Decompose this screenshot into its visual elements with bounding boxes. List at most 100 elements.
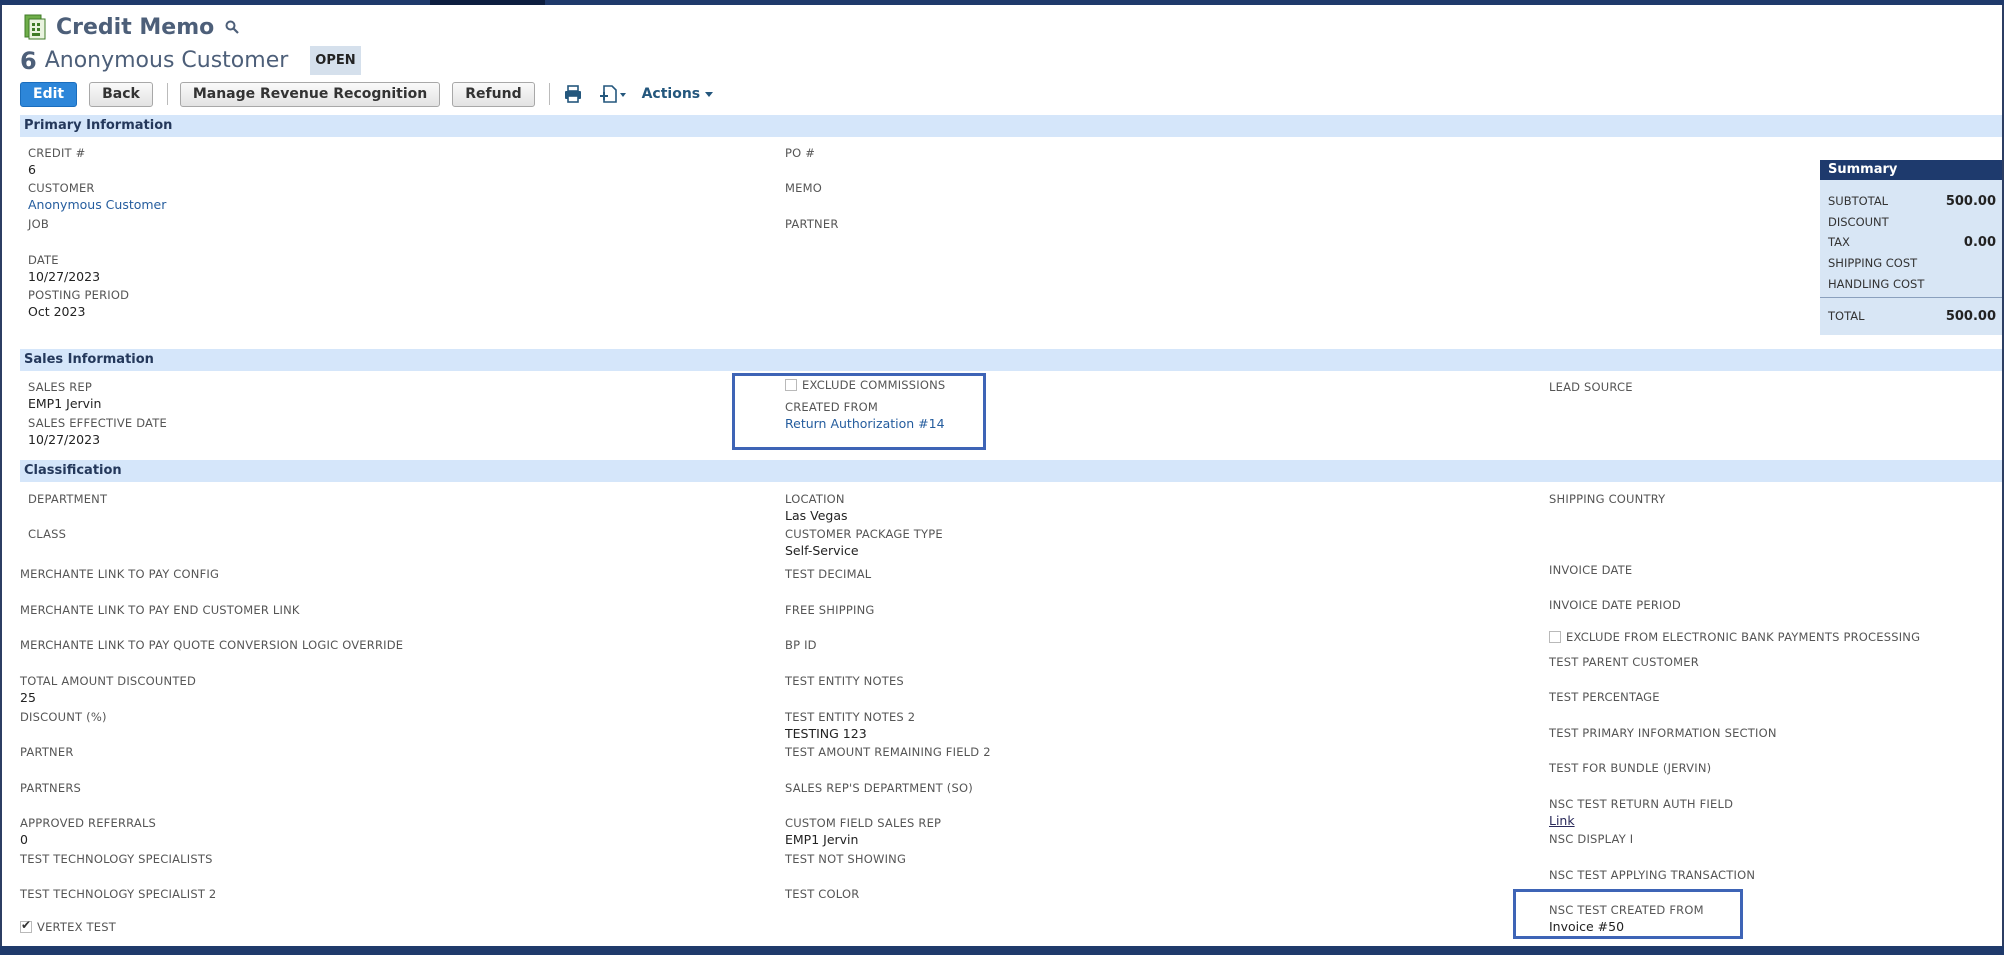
memo-field: MEMO <box>785 181 822 195</box>
record-row: 6 Anonymous Customer OPEN <box>20 46 361 75</box>
page-title: Credit Memo <box>56 14 215 40</box>
field-label: INVOICE DATE PERIOD <box>1549 598 1681 612</box>
field-label: PARTNERS <box>20 781 82 795</box>
field-label: TEST PRIMARY INFORMATION SECTION <box>1549 726 1777 740</box>
checkbox-label: EXCLUDE COMMISSIONS <box>802 378 946 392</box>
field-label: APPROVED REFERRALS <box>20 816 157 830</box>
summary-label: SUBTOTAL <box>1828 194 1889 208</box>
location-field: LOCATION Las Vegas <box>785 492 848 523</box>
custom-field-sales-rep: CUSTOM FIELD SALES REP EMP1 Jervin <box>785 816 941 847</box>
summary-tax: TAX 0.00 <box>1828 235 1996 250</box>
summary-handling: HANDLING COST <box>1828 277 1996 291</box>
sales-effective-date-field: SALES EFFECTIVE DATE 10/27/2023 <box>28 416 167 447</box>
partner-field: PARTNER <box>785 217 839 231</box>
field-label: INVOICE DATE <box>1549 563 1633 577</box>
field-label: MERCHANTE LINK TO PAY QUOTE CONVERSION L… <box>20 638 404 652</box>
search-icon[interactable] <box>224 19 240 35</box>
field-label: TEST DECIMAL <box>785 567 872 581</box>
field-label: TEST COLOR <box>785 887 860 901</box>
credit-number-field: CREDIT # 6 <box>28 146 85 177</box>
class-field: CLASS <box>28 527 66 541</box>
section-sales-information[interactable]: Sales Information <box>20 349 2002 371</box>
merchante-quote-override-field: MERCHANTE LINK TO PAY QUOTE CONVERSION L… <box>20 638 403 652</box>
field-value: 10/27/2023 <box>28 432 101 447</box>
print-icon[interactable] <box>562 83 584 105</box>
vertex-test-field: VERTEX TEST <box>20 918 116 934</box>
field-label: TEST FOR BUNDLE (JERVIN) <box>1549 761 1712 775</box>
edit-button[interactable]: Edit <box>20 81 78 107</box>
summary-discount: DISCOUNT <box>1828 215 1996 229</box>
po-number-field: PO # <box>785 146 815 160</box>
test-percentage-field: TEST PERCENTAGE <box>1549 690 1660 704</box>
field-label: SALES REP'S DEPARTMENT (SO) <box>785 781 973 795</box>
section-classification[interactable]: Classification <box>20 460 2002 482</box>
section-primary-information[interactable]: Primary Information <box>20 115 2002 137</box>
field-value: 0 <box>20 832 28 847</box>
bottom-bar <box>0 946 2004 955</box>
customer-link[interactable]: Anonymous Customer <box>28 197 166 212</box>
test-entity-notes-2-field: TEST ENTITY NOTES 2 TESTING 123 <box>785 710 915 741</box>
field-label: EXCLUDE FROM ELECTRONIC BANK PAYMENTS PR… <box>1549 630 1920 644</box>
new-document-icon[interactable] <box>598 83 628 105</box>
field-label: TEST TECHNOLOGY SPECIALIST 2 <box>20 887 217 901</box>
field-label: MERCHANTE LINK TO PAY END CUSTOMER LINK <box>20 603 300 617</box>
field-label: NSC TEST RETURN AUTH FIELD <box>1549 797 1734 811</box>
field-label: MEMO <box>785 181 822 195</box>
summary-shipping: SHIPPING COST <box>1828 256 1996 270</box>
summary-label: DISCOUNT <box>1828 215 1889 229</box>
top-bar-highlight <box>430 0 545 5</box>
field-label: SHIPPING COUNTRY <box>1549 492 1666 506</box>
vertex-test-checkbox[interactable] <box>20 918 32 933</box>
created-from-link[interactable]: Return Authorization #14 <box>785 416 945 431</box>
field-label: CLASS <box>28 527 67 541</box>
test-for-bundle-field: TEST FOR BUNDLE (JERVIN) <box>1549 761 1711 775</box>
field-label: JOB <box>28 217 49 231</box>
field-label: DISCOUNT (%) <box>20 710 107 724</box>
field-label: TEST ENTITY NOTES <box>785 674 904 688</box>
discount-percent-field: DISCOUNT (%) <box>20 710 107 724</box>
nsc-display-field: NSC DISPLAY I <box>1549 832 1633 846</box>
field-value: Self-Service <box>785 543 859 558</box>
field-label: LEAD SOURCE <box>1549 380 1633 394</box>
test-not-showing-field: TEST NOT SHOWING <box>785 852 906 866</box>
free-shipping-field: FREE SHIPPING <box>785 603 875 617</box>
merchante-config-field: MERCHANTE LINK TO PAY CONFIG <box>20 567 219 581</box>
credit-memo-icon <box>22 13 48 41</box>
tech-specialists-field: TEST TECHNOLOGY SPECIALISTS <box>20 852 213 866</box>
test-primary-info-section-field: TEST PRIMARY INFORMATION SECTION <box>1549 726 1777 740</box>
field-label: PARTNER <box>785 217 839 231</box>
exclude-ebp-checkbox[interactable] <box>1549 631 1561 643</box>
refund-button[interactable]: Refund <box>452 81 535 107</box>
approved-referrals-field: APPROVED REFERRALS 0 <box>20 816 156 847</box>
actions-menu[interactable]: Actions <box>642 86 714 102</box>
field-value: TESTING 123 <box>785 726 867 741</box>
partner-field-2: PARTNER <box>20 745 74 759</box>
summary-label: HANDLING COST <box>1828 277 1925 291</box>
date-field: DATE 10/27/2023 <box>28 253 100 284</box>
summary-label: SHIPPING COST <box>1828 256 1918 270</box>
customer-package-type-field: CUSTOMER PACKAGE TYPE Self-Service <box>785 527 943 558</box>
field-value: Las Vegas <box>785 508 848 523</box>
field-value: EMP1 Jervin <box>785 832 859 847</box>
test-color-field: TEST COLOR <box>785 887 859 901</box>
field-label: EXCLUDE COMMISSIONS <box>785 378 945 392</box>
return-auth-link[interactable]: Link <box>1549 813 1733 828</box>
field-label: NSC TEST CREATED FROM <box>1549 903 1704 917</box>
nsc-test-created-from-field: NSC TEST CREATED FROM Invoice #50 <box>1549 903 1704 934</box>
exclude-commissions-checkbox[interactable] <box>785 379 797 391</box>
nsc-test-return-auth-field: NSC TEST RETURN AUTH FIELD Link <box>1549 797 1733 828</box>
field-label: LOCATION <box>785 492 845 506</box>
lead-source-field: LEAD SOURCE <box>1549 380 1633 394</box>
field-label: TEST ENTITY NOTES 2 <box>785 710 916 724</box>
invoice-date-period-field: INVOICE DATE PERIOD <box>1549 598 1681 612</box>
field-label: NSC DISPLAY I <box>1549 832 1634 846</box>
back-button[interactable]: Back <box>89 81 153 107</box>
field-label: CREATED FROM <box>785 400 879 414</box>
nsc-test-applying-transaction-field: NSC TEST APPLYING TRANSACTION <box>1549 868 1755 882</box>
created-from-field: CREATED FROM Return Authorization #14 <box>785 400 945 431</box>
actions-label: Actions <box>641 86 701 102</box>
field-label: TEST PARENT CUSTOMER <box>1549 655 1699 669</box>
field-label: SALES EFFECTIVE DATE <box>28 416 167 430</box>
manage-revenue-recognition-button[interactable]: Manage Revenue Recognition <box>179 81 441 107</box>
customer-field: CUSTOMER Anonymous Customer <box>28 181 166 212</box>
